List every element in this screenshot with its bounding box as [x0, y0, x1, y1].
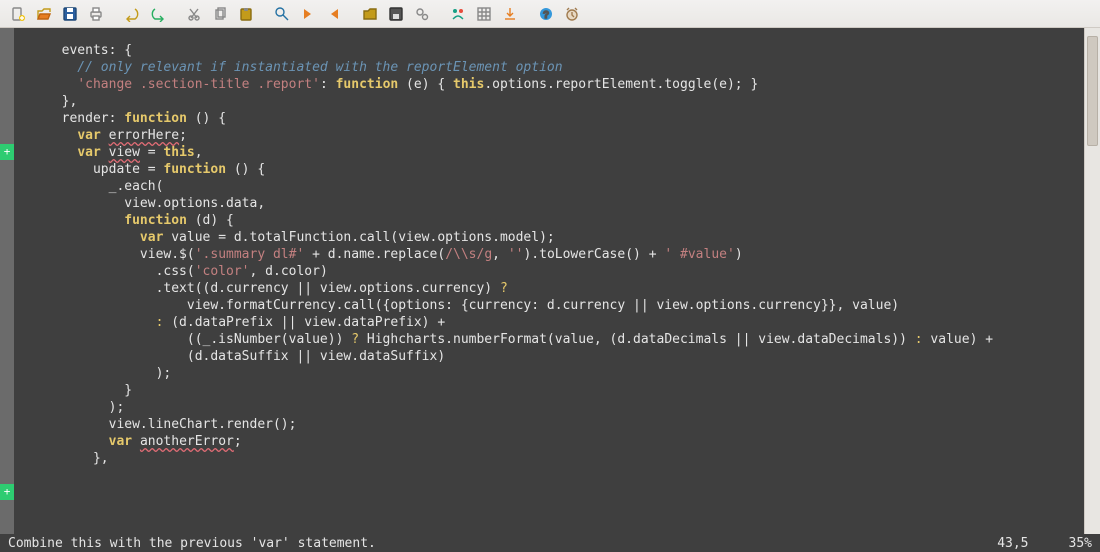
editor[interactable]: ++ events: { // only relevant if instant…: [0, 28, 1100, 534]
vertical-scrollbar[interactable]: [1084, 28, 1100, 534]
help-icon[interactable]: ?: [534, 2, 558, 26]
new-file-icon[interactable]: [6, 2, 30, 26]
run-icon[interactable]: [446, 2, 470, 26]
gutter-added-line-icon: +: [0, 484, 14, 500]
goto-icon[interactable]: [498, 2, 522, 26]
toolbar: ?: [0, 0, 1100, 28]
scrollbar-thumb[interactable]: [1087, 36, 1098, 146]
scroll-percent: 35%: [1069, 536, 1092, 551]
cursor-position: 43,5: [997, 536, 1028, 551]
cut-icon[interactable]: [182, 2, 206, 26]
open-file-icon[interactable]: [32, 2, 56, 26]
alarm-icon[interactable]: [560, 2, 584, 26]
editor-code[interactable]: events: { // only relevant if instantiat…: [14, 28, 1084, 534]
paste-icon[interactable]: [234, 2, 258, 26]
copy-icon[interactable]: [208, 2, 232, 26]
print-icon[interactable]: [84, 2, 108, 26]
redo-icon[interactable]: [146, 2, 170, 26]
find-prev-icon[interactable]: [322, 2, 346, 26]
grid-icon[interactable]: [472, 2, 496, 26]
find-icon[interactable]: [270, 2, 294, 26]
preferences-icon[interactable]: [410, 2, 434, 26]
editor-gutter: ++: [0, 28, 14, 534]
save-all-icon[interactable]: [384, 2, 408, 26]
svg-text:?: ?: [543, 10, 549, 21]
open-folder-icon[interactable]: [358, 2, 382, 26]
status-message: Combine this with the previous 'var' sta…: [8, 536, 376, 551]
status-bar: Combine this with the previous 'var' sta…: [0, 534, 1100, 552]
save-icon[interactable]: [58, 2, 82, 26]
find-next-icon[interactable]: [296, 2, 320, 26]
undo-icon[interactable]: [120, 2, 144, 26]
gutter-added-line-icon: +: [0, 144, 14, 160]
